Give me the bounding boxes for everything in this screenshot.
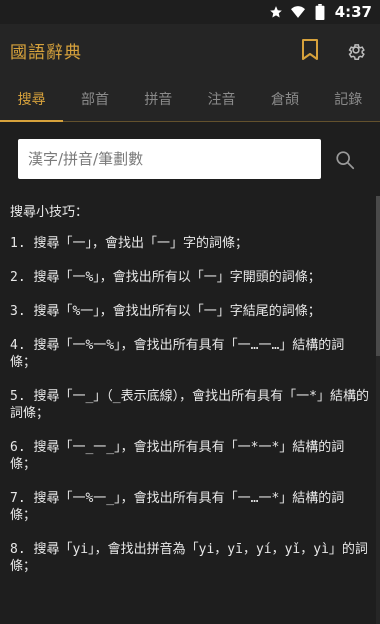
tip-item: 7. 搜尋「一%一_」，會找出所有具有「一…一*」結構的詞條； bbox=[10, 491, 345, 523]
star-icon bbox=[269, 5, 283, 19]
search-area bbox=[0, 122, 380, 196]
tab-zhuyin[interactable]: 注音 bbox=[190, 76, 253, 122]
tab-search[interactable]: 搜尋 bbox=[0, 76, 64, 122]
battery-icon bbox=[313, 4, 327, 20]
bookmark-icon bbox=[302, 39, 318, 60]
tip-item: 8. 搜尋「yi」，會找出拼音為「yi，yī，yí，yǐ，yì」的詞條； bbox=[10, 542, 368, 574]
search-button[interactable] bbox=[334, 149, 356, 171]
tab-label: 拼音 bbox=[144, 92, 173, 108]
tips-title: 搜尋小技巧： bbox=[10, 205, 89, 220]
status-bar: 4:37 bbox=[0, 0, 380, 24]
tip-item: 1. 搜尋「一」，會找出「一」字的詞條； bbox=[10, 236, 248, 251]
tip-item: 5. 搜尋「一_」（_表示底線），會找出所有具有「一*」結構的詞條； bbox=[10, 389, 369, 421]
tab-history[interactable]: 記錄 bbox=[317, 76, 380, 122]
tab-radical[interactable]: 部首 bbox=[63, 76, 126, 122]
app-bar: 國語辭典 bbox=[0, 24, 380, 76]
tab-cangjie[interactable]: 倉頡 bbox=[253, 76, 316, 122]
search-input[interactable] bbox=[18, 139, 321, 179]
wifi-icon bbox=[290, 5, 305, 19]
tip-item: 2. 搜尋「一%」，會找出所有以「一」字開頭的詞條； bbox=[10, 270, 321, 285]
tab-label: 部首 bbox=[80, 92, 109, 108]
scrollbar-thumb[interactable] bbox=[376, 196, 380, 356]
settings-button[interactable] bbox=[344, 38, 368, 62]
tab-pinyin[interactable]: 拼音 bbox=[127, 76, 190, 122]
tip-item: 3. 搜尋「%一」，會找出所有以「一」字結尾的詞條； bbox=[10, 304, 321, 319]
tip-item: 6. 搜尋「一_一_」，會找出所有具有「一*一*」結構的詞條； bbox=[10, 440, 345, 472]
search-icon bbox=[336, 151, 355, 170]
tip-item: 4. 搜尋「一%一%」，會找出所有具有「一…一…」結構的詞條； bbox=[10, 338, 345, 370]
tab-bar: 搜尋 部首 拼音 注音 倉頡 記錄 bbox=[0, 76, 380, 122]
settings-icon bbox=[348, 44, 365, 60]
status-time: 4:37 bbox=[334, 3, 372, 21]
tab-label: 注音 bbox=[207, 92, 236, 108]
app-title: 國語辭典 bbox=[10, 42, 82, 63]
tab-label: 搜尋 bbox=[17, 92, 46, 108]
app-actions bbox=[298, 24, 368, 76]
tab-label: 倉頡 bbox=[270, 92, 299, 108]
tab-label: 記錄 bbox=[334, 92, 363, 108]
search-tips: 搜尋小技巧： 1. 搜尋「一」，會找出「一」字的詞條； 2. 搜尋「一%」，會找… bbox=[0, 196, 380, 624]
bookmark-button[interactable] bbox=[298, 38, 322, 62]
